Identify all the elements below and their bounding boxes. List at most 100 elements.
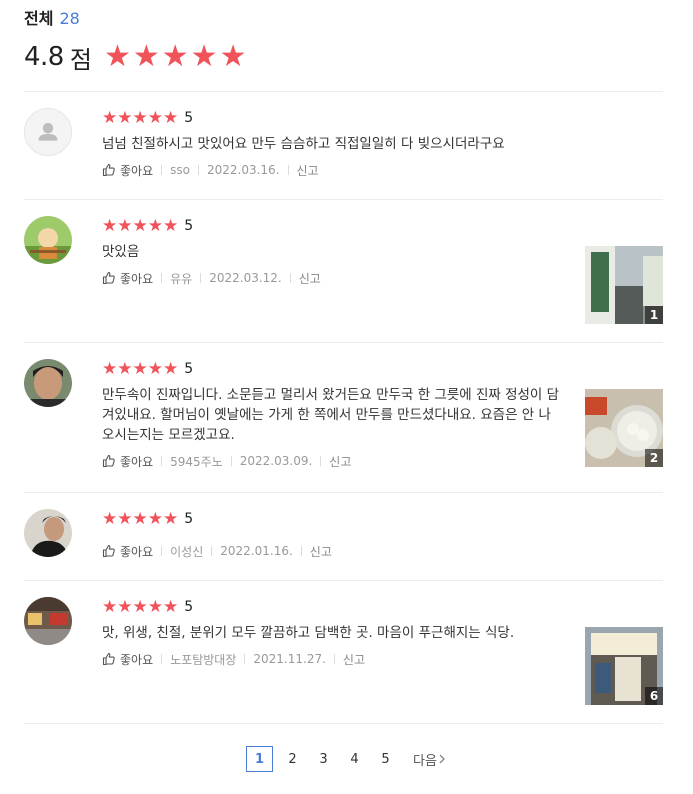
separator [161, 546, 163, 556]
page-2[interactable]: 2 [277, 746, 308, 772]
avatar [24, 216, 72, 264]
star-icon: ★ [219, 39, 247, 74]
pagination: 1 2 3 4 5 다음 [0, 746, 693, 772]
page-1[interactable]: 1 [246, 746, 274, 772]
rating-value: 5 [184, 599, 194, 615]
star-icon: ★ [190, 39, 218, 74]
thumbs-up-icon [102, 454, 115, 468]
review-date: 2021.11.27. [253, 652, 326, 666]
review-date: 2022.01.16. [220, 544, 293, 558]
average-score: 4.8 점 ★ ★ ★ ★ ★ [24, 40, 246, 74]
like-label: 좋아요 [120, 454, 154, 469]
divider [24, 342, 663, 343]
separator [244, 654, 246, 664]
total-reviews: 전체 28 [24, 8, 246, 30]
star-icon: ★★★★★ [102, 359, 179, 379]
review-photo[interactable]: 1 [585, 246, 663, 324]
separator [289, 273, 291, 283]
review-meta: 좋아요 이성신 2022.01.16. 신고 [102, 541, 332, 561]
page-4[interactable]: 4 [339, 746, 370, 772]
like-label: 좋아요 [120, 544, 154, 559]
separator [320, 456, 322, 466]
divider [24, 199, 663, 200]
review-author: sso [170, 163, 190, 177]
divider [24, 723, 663, 724]
page-3[interactable]: 3 [308, 746, 339, 772]
person-avatar-icon [24, 359, 72, 407]
review-author: 5945주노 [170, 454, 223, 469]
avatar [24, 359, 72, 407]
separator [230, 456, 232, 466]
review-date: 2022.03.12. [209, 271, 282, 285]
like-button[interactable]: 좋아요 [102, 270, 153, 287]
report-link[interactable]: 신고 [343, 651, 365, 668]
divider [24, 91, 663, 92]
divider [24, 580, 663, 581]
report-link[interactable]: 신고 [297, 162, 319, 179]
like-button[interactable]: 좋아요 [102, 543, 153, 560]
chevron-right-icon [439, 754, 445, 764]
rating-value: 5 [184, 511, 194, 527]
page-5[interactable]: 5 [370, 746, 401, 772]
cartoon-avatar-icon [24, 216, 72, 264]
review-rating: ★★★★★ 5 [102, 597, 514, 617]
like-label: 좋아요 [120, 163, 154, 178]
separator [197, 165, 199, 175]
score-value: 4.8 [24, 42, 64, 72]
review-rating: ★★★★★ 5 [102, 509, 332, 529]
next-page-button[interactable]: 다음 [413, 750, 447, 769]
street-avatar-icon [24, 597, 72, 645]
rating-value: 5 [184, 361, 194, 377]
review-photo[interactable]: 2 [585, 389, 663, 467]
person-avatar-icon [24, 509, 72, 557]
thumbs-up-icon [102, 271, 115, 285]
divider [24, 492, 663, 493]
star-icon: ★★★★★ [102, 509, 179, 529]
report-link[interactable]: 신고 [329, 453, 351, 470]
review-author: 유유 [170, 271, 193, 286]
review-author: 노포탐방대장 [170, 652, 237, 667]
total-label: 전체 [24, 9, 54, 28]
separator [161, 654, 163, 664]
average-stars: ★ ★ ★ ★ ★ [104, 42, 247, 72]
review-summary: 전체 28 4.8 점 ★ ★ ★ ★ ★ [24, 8, 246, 74]
photo-count-badge: 2 [645, 449, 663, 467]
photo-count-badge: 6 [645, 687, 663, 705]
default-user-icon [38, 122, 58, 141]
review-photo[interactable]: 6 [585, 627, 663, 705]
star-icon: ★★★★★ [102, 216, 179, 236]
avatar [24, 509, 72, 557]
separator [300, 546, 302, 556]
review-text: 맛있음 [102, 244, 140, 260]
review-text: 만두속이 진짜입니다. 소문듣고 멀리서 왔거든요 만두국 한 그릇에 진짜 정… [102, 387, 560, 443]
separator [333, 654, 335, 664]
star-icon: ★ [132, 39, 160, 74]
review-meta: 좋아요 유유 2022.03.12. 신고 [102, 268, 321, 288]
thumbs-up-icon [102, 652, 115, 666]
review-rating: ★★★★★ 5 [102, 359, 562, 379]
next-label: 다음 [413, 753, 437, 769]
report-link[interactable]: 신고 [299, 270, 321, 287]
star-icon: ★★★★★ [102, 597, 179, 617]
thumbs-up-icon [102, 163, 115, 177]
like-label: 좋아요 [120, 271, 154, 286]
separator [200, 273, 202, 283]
separator [287, 165, 289, 175]
rating-value: 5 [184, 110, 194, 126]
like-button[interactable]: 좋아요 [102, 162, 153, 179]
review-text: 넘넘 친절하시고 맛있어요 만두 슴슴하고 직접일일히 다 빚으시더라구요 [102, 136, 505, 152]
star-icon: ★ [161, 39, 189, 74]
review-date: 2022.03.16. [206, 163, 280, 177]
avatar [24, 597, 72, 645]
review-author: 이성신 [170, 544, 204, 559]
report-link[interactable]: 신고 [310, 543, 332, 560]
review-meta: 좋아요 5945주노 2022.03.09. 신고 [102, 451, 562, 471]
separator [211, 546, 213, 556]
separator [161, 456, 163, 466]
total-count: 28 [59, 9, 80, 28]
star-icon: ★★★★★ [102, 108, 179, 128]
like-button[interactable]: 좋아요 [102, 453, 153, 470]
score-unit: 점 [69, 45, 92, 74]
like-label: 좋아요 [120, 652, 154, 667]
like-button[interactable]: 좋아요 [102, 651, 153, 668]
